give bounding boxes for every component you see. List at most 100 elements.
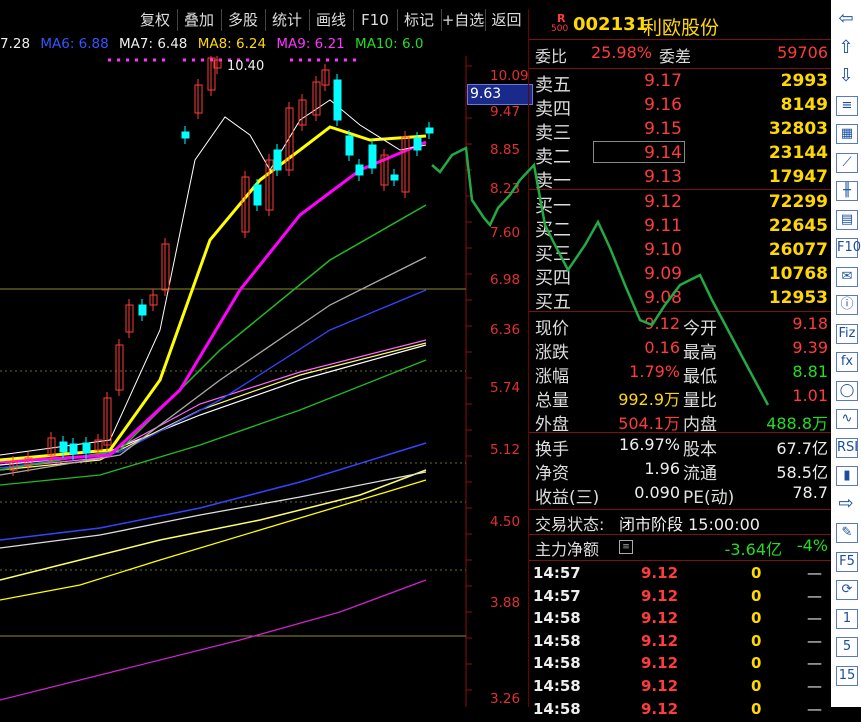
bids-price: 9.11 <box>644 216 682 236</box>
stats-value-2: 488.8万 <box>766 414 828 433</box>
list-icon[interactable]: ≡ <box>836 95 858 116</box>
fund-label: 净资 <box>535 464 569 484</box>
asks-row[interactable]: 卖五 9.17 2993 <box>529 71 832 96</box>
bids-row[interactable]: 买四 9.09 10768 <box>529 264 832 289</box>
ma9-label: MA9: 6.21 <box>276 36 345 52</box>
f5-icon[interactable]: F5 <box>836 551 858 572</box>
high-price-label: 10.40 <box>227 59 265 74</box>
trade-status-row: 交易状态: 闭市阶段 15:00:00 <box>529 511 832 535</box>
fund-value: 0.090 <box>634 483 680 502</box>
tick-row: 14:58 9.12 0 — <box>529 677 832 699</box>
candle-body <box>333 79 342 121</box>
tick-price: 9.12 <box>641 699 679 718</box>
weicha-label: 委差 <box>659 47 692 66</box>
bids-row[interactable]: 买一 9.12 72299 <box>529 192 832 217</box>
flow-menu-icon[interactable]: ≡ <box>619 540 633 554</box>
ma10-label: MA10: 6.0 <box>355 36 424 52</box>
candle-body <box>273 149 282 171</box>
bids-label: 买三 <box>535 244 571 265</box>
wave-icon[interactable]: ∿ <box>836 409 858 429</box>
stats-value: 992.9万 <box>618 390 680 409</box>
bids-row[interactable]: 买二 9.11 22645 <box>529 216 832 241</box>
tick-row: 14:58 9.12 0 — <box>529 654 832 676</box>
asks-row[interactable]: 卖四 9.16 8149 <box>529 95 832 120</box>
toolbar-button-5[interactable]: F10 <box>353 9 398 31</box>
arrow-up-icon[interactable]: ⇧ <box>836 38 856 57</box>
toolbar-button-0[interactable]: 复权 <box>133 9 178 31</box>
f10-icon[interactable]: F10 <box>836 238 861 258</box>
stats-row: 涨跌 0.16 最高 9.39 <box>529 338 832 363</box>
weibi-row: 委比 25.98% 委差 59706 <box>529 43 832 67</box>
tick-flag: — <box>807 654 822 673</box>
stats-value: 1.79% <box>629 362 680 381</box>
tick-volume: 0 <box>751 699 762 718</box>
stats-label-2: 今开 <box>683 319 717 339</box>
arrow-left-icon[interactable]: ⇦ <box>836 10 856 28</box>
asks-row[interactable]: 卖三 9.15 32803 <box>529 119 832 144</box>
toolbar-button-8[interactable]: 返回 <box>485 9 529 31</box>
candle-body <box>355 164 364 176</box>
asks-volume: 32803 <box>768 119 828 139</box>
toolbar-button-6[interactable]: 标记 <box>397 9 442 31</box>
tick-price: 9.12 <box>641 677 679 695</box>
toolbar-button-1[interactable]: 叠加 <box>177 9 222 31</box>
page-5-icon[interactable]: 5 <box>836 637 858 657</box>
toolbar-button-7[interactable]: +自选 <box>441 9 486 31</box>
bids-volume: 22645 <box>768 216 828 236</box>
tick-flag: — <box>807 631 822 650</box>
tick-time: 14:58 <box>533 654 581 673</box>
circle-icon[interactable]: ◯ <box>836 380 858 401</box>
tick-volume: 0 <box>751 677 762 695</box>
ma-white-fast <box>0 99 427 456</box>
fx-icon[interactable]: fx <box>836 352 858 372</box>
bids-row[interactable]: 买三 9.10 26077 <box>529 240 832 265</box>
toolbar-button-2[interactable]: 多股 <box>221 9 266 31</box>
grid-icon[interactable]: ▦ <box>836 124 858 144</box>
stats-label: 涨幅 <box>535 367 569 387</box>
stock-code: 002131 <box>573 14 649 35</box>
candle-icon[interactable]: ╫ <box>836 181 858 201</box>
fz-icon[interactable]: Fiz <box>836 323 858 344</box>
tick-volume: 0 <box>751 586 762 605</box>
arrow-right-icon[interactable]: ⇨ <box>836 494 856 513</box>
tick-price: 9.12 <box>641 609 679 628</box>
tick-volume: 0 <box>751 609 762 628</box>
refresh-icon[interactable]: ⟳ <box>836 580 858 600</box>
fund-row: 收益(三) 0.090 PE(动) 78.7 <box>529 483 832 508</box>
candle-body <box>253 184 262 206</box>
stats-value-2: 8.81 <box>792 362 828 381</box>
info-icon[interactable]: ⓘ <box>836 295 858 315</box>
quote-panel: R 500 002131 利欧股份 委比 25.98% 委差 59706 卖五 9… <box>528 9 832 718</box>
arrow-down-icon[interactable]: ⇩ <box>836 67 856 85</box>
tick-time: 14:58 <box>533 699 581 718</box>
tick-row: 14:57 9.12 0 — <box>529 587 832 609</box>
current-price-tag: 9.63 <box>467 84 533 105</box>
candle-body <box>425 127 434 134</box>
toolbar-button-3[interactable]: 统计 <box>265 9 310 31</box>
rsi-icon[interactable]: RSI <box>836 437 858 458</box>
stats-label: 总量 <box>535 391 569 411</box>
ma8-label: MA8: 6.24 <box>197 36 267 52</box>
stats-label-2: 最高 <box>683 343 717 363</box>
bars-icon[interactable]: ▮ <box>836 466 858 486</box>
page-15-icon[interactable]: 15 <box>836 665 858 686</box>
bids-volume: 72299 <box>768 192 828 212</box>
kline-chart[interactable] <box>0 56 528 707</box>
asks-row[interactable]: 卖一 9.13 17947 <box>529 167 832 192</box>
fund-label-2: 流通 <box>683 464 717 484</box>
trade-status-value: 闭市阶段 15:00:00 <box>619 515 760 534</box>
asks-label: 卖四 <box>535 99 571 120</box>
main-flow-row[interactable]: 主力净额 ≡ -3.64亿 -4% <box>529 536 832 560</box>
candle-body <box>69 443 78 455</box>
window-icon[interactable]: ▤ <box>836 209 858 230</box>
news-icon[interactable]: ✉ <box>836 266 858 287</box>
tick-price: 9.12 <box>641 586 679 605</box>
page-1-icon[interactable]: 1 <box>836 608 858 629</box>
line-chart-icon[interactable]: ⟋ <box>836 152 858 173</box>
toolbar-button-4[interactable]: 画线 <box>309 9 354 31</box>
fund-value-2: 67.7亿 <box>776 439 828 458</box>
r-badge-sub: 500 <box>551 24 569 34</box>
stock-name: 利欧股份 <box>643 17 720 39</box>
pen-icon[interactable]: ✎ <box>836 523 858 543</box>
bids-row[interactable]: 买五 9.08 12953 <box>529 288 832 313</box>
